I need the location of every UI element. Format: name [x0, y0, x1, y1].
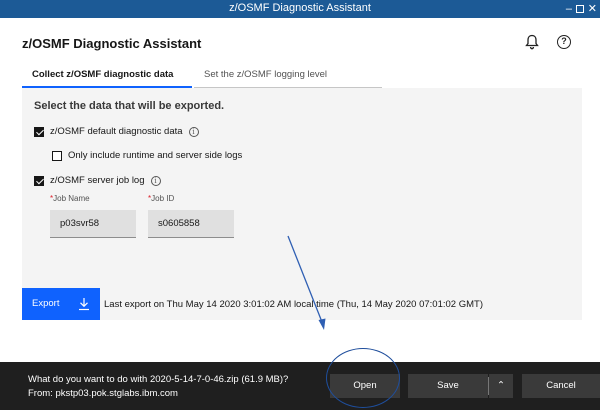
app-container: z/OSMF Diagnostic Assistant ? Collect z/… — [0, 18, 600, 356]
tab-set-logging-level[interactable]: Set the z/OSMF logging level — [194, 64, 382, 88]
page-title: z/OSMF Diagnostic Assistant — [22, 36, 202, 51]
download-source: From: pkstp03.pok.stglabs.ibm.com — [28, 388, 178, 399]
window-maximize-button[interactable] — [576, 0, 584, 19]
option-runtime-server-logs[interactable]: Only include runtime and server side log… — [52, 150, 242, 161]
option-server-job-log[interactable]: z/OSMF server job log i — [34, 175, 161, 186]
download-notification-bar: What do you want to do with 2020-5-14-7-… — [0, 362, 600, 410]
last-export-status: Last export on Thu May 14 2020 3:01:02 A… — [104, 299, 483, 310]
cancel-button[interactable]: Cancel — [522, 374, 600, 398]
export-button[interactable]: Export — [22, 288, 100, 320]
export-button-label: Export — [32, 298, 60, 309]
tab-collect-diagnostic-data[interactable]: Collect z/OSMF diagnostic data — [22, 64, 192, 88]
job-name-label: *Job Name — [50, 194, 90, 203]
maximize-icon — [576, 5, 584, 13]
tab-bar: Collect z/OSMF diagnostic data Set the z… — [22, 64, 582, 88]
option-default-diagnostic-data[interactable]: z/OSMF default diagnostic data i — [34, 126, 199, 137]
job-id-label-text: Job ID — [151, 194, 175, 203]
bottom-strip — [0, 410, 600, 417]
server-job-log-label: z/OSMF server job log — [50, 175, 145, 186]
help-icon[interactable]: ? — [557, 35, 571, 49]
export-options-panel: Select the data that will be exported. z… — [22, 88, 582, 320]
job-name-label-text: Job Name — [53, 194, 90, 203]
save-options-chevron-icon[interactable]: ⌃ — [489, 374, 513, 398]
window-titlebar: z/OSMF Diagnostic Assistant – ✕ — [0, 0, 600, 18]
job-id-input[interactable]: s0605858 — [148, 210, 234, 238]
job-id-label: *Job ID — [148, 194, 174, 203]
job-name-input[interactable]: p03svr58 — [50, 210, 136, 238]
download-question: What do you want to do with 2020-5-14-7-… — [28, 374, 289, 385]
info-icon[interactable]: i — [188, 126, 199, 137]
runtime-logs-label: Only include runtime and server side log… — [68, 150, 243, 161]
default-diagnostic-checkbox[interactable] — [34, 126, 44, 137]
window-title: z/OSMF Diagnostic Assistant — [229, 2, 371, 14]
window-minimize-button[interactable]: – — [566, 0, 572, 18]
info-icon[interactable]: i — [150, 175, 161, 186]
section-title: Select the data that will be exported. — [34, 100, 225, 112]
download-icon — [79, 298, 89, 311]
default-diagnostic-label: z/OSMF default diagnostic data — [50, 126, 183, 137]
save-button[interactable]: Save — [408, 374, 488, 398]
server-job-log-checkbox[interactable] — [34, 175, 44, 186]
window-close-button[interactable]: ✕ — [588, 0, 597, 18]
bell-icon[interactable] — [525, 34, 539, 50]
annotation-circle — [326, 348, 400, 408]
runtime-logs-checkbox[interactable] — [52, 150, 62, 161]
